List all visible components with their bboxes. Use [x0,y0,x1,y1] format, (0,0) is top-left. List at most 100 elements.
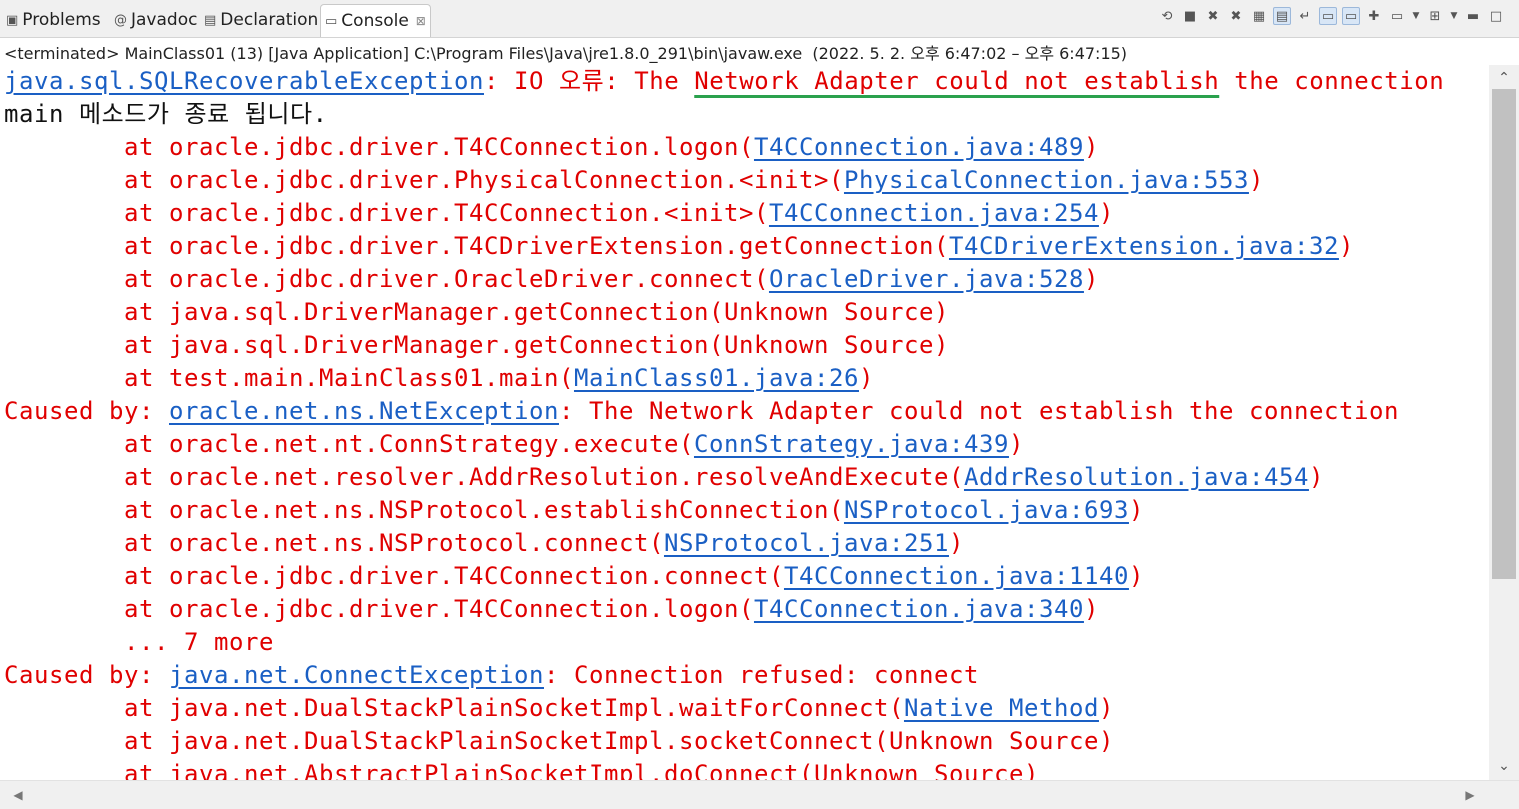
word-wrap-icon[interactable]: ↵ [1296,7,1314,25]
stacktrace-link[interactable]: AddrResolution.java:454 [964,463,1309,491]
stacktrace-link[interactable]: T4CConnection.java:489 [754,133,1084,161]
scroll-down-icon[interactable]: ⌄ [1489,755,1519,777]
stacktrace-link[interactable]: NSProtocol.java:693 [844,496,1129,524]
console-text: at oracle.jdbc.driver.T4CConnection.conn… [124,562,784,590]
console-line: Caused by: oracle.net.ns.NetException: T… [4,395,1399,428]
remove-terminated-icon[interactable]: ✖ [1227,7,1245,25]
open-console-icon[interactable]: ⊞ [1426,7,1444,25]
console-text: at java.net.DualStackPlainSocketImpl.wai… [124,694,904,722]
stacktrace-link[interactable]: java.net.ConnectException [169,661,544,689]
stacktrace-link[interactable]: NSProtocol.java:251 [664,529,949,557]
console-text: at oracle.net.ns.NSProtocol.establishCon… [124,496,844,524]
display-console-icon[interactable]: ▭ [1388,7,1406,25]
stacktrace-link[interactable]: T4CConnection.java:340 [754,595,1084,623]
console-text: ) [1083,133,1099,161]
scroll-right-icon[interactable]: ▶ [1460,785,1480,805]
console-line: at oracle.net.nt.ConnStrategy.execute(Co… [4,428,1024,461]
console-text: at oracle.net.resolver.AddrResolution.re… [124,463,964,491]
stacktrace-link[interactable]: ConnStrategy.java:439 [694,430,1009,458]
stacktrace-link[interactable]: T4CConnection.java:254 [769,199,1099,227]
console-line: at oracle.jdbc.driver.T4CDriverExtension… [4,230,1354,263]
remove-all-terminated-icon[interactable]: ✖ [1204,7,1222,25]
console-line: java.sql.SQLRecoverableException: IO 오류:… [4,65,1444,98]
console-line: at oracle.net.ns.NSProtocol.establishCon… [4,494,1144,527]
console-output[interactable]: java.sql.SQLRecoverableException: IO 오류:… [0,65,1489,780]
console-text: Caused by: [4,397,169,425]
maximize-icon[interactable]: □ [1487,7,1505,25]
stacktrace-link[interactable]: T4CConnection.java:1140 [784,562,1129,590]
tab-label: Console [341,11,409,31]
stacktrace-link[interactable]: PhysicalConnection.java:553 [844,166,1249,194]
scroll-up-icon[interactable]: ⌃ [1489,67,1519,89]
show-stderr-icon[interactable]: ▭ [1342,7,1360,25]
clear-console-icon[interactable]: ▦ [1250,7,1268,25]
tab-declaration[interactable]: ▤ Declaration [200,5,322,35]
console-text: : IO 오류: The [483,67,695,95]
javadoc-icon: @ [114,12,127,28]
console-text: ) [1308,463,1324,491]
console-text: ) [1248,166,1264,194]
scroll-left-icon[interactable]: ◀ [8,785,28,805]
console-text: at oracle.net.ns.NSProtocol.connect( [124,529,664,557]
console-text: ) [1128,496,1144,524]
console-text: ) [1128,562,1144,590]
console-line: ... 7 more [4,626,274,659]
console-line: at java.net.DualStackPlainSocketImpl.wai… [4,692,1114,725]
console-text: at oracle.jdbc.driver.T4CConnection.logo… [124,595,754,623]
remove-launch-icon[interactable]: ⟲ [1158,7,1176,25]
open-console-dropdown-icon[interactable]: ▼ [1449,7,1459,25]
console-text: at java.sql.DriverManager.getConnection(… [124,298,949,326]
tab-label: Declaration [220,10,319,30]
console-text: ... 7 more [124,628,274,656]
console-line: at oracle.net.resolver.AddrResolution.re… [4,461,1324,494]
vertical-scroll-thumb[interactable] [1492,89,1516,579]
console-text: at oracle.jdbc.driver.T4CConnection.logo… [124,133,754,161]
stacktrace-link[interactable]: java.sql.SQLRecoverableException [4,67,484,95]
terminate-icon[interactable]: ■ [1181,7,1199,25]
console-line: at java.net.AbstractPlainSocketImpl.doCo… [4,758,1039,780]
pin-console-icon[interactable]: ✚ [1365,7,1383,25]
tab-problems[interactable]: ▣ Problems [2,5,105,35]
console-text: at oracle.jdbc.driver.OracleDriver.conne… [124,265,769,293]
console-line: at java.sql.DriverManager.getConnection(… [4,329,949,362]
vertical-scrollbar[interactable]: ⌃ ⌄ [1489,65,1519,780]
tab-javadoc[interactable]: @ Javadoc [110,5,201,35]
horizontal-scrollbar[interactable]: ◀ ▶ [0,780,1519,809]
minimize-icon[interactable]: ▬ [1464,7,1482,25]
console-text: at oracle.jdbc.driver.T4CDriverExtension… [124,232,949,260]
console-line: at oracle.jdbc.driver.T4CConnection.logo… [4,593,1099,626]
declaration-icon: ▤ [204,12,217,28]
console-line: Caused by: java.net.ConnectException: Co… [4,659,979,692]
console-line: at java.net.DualStackPlainSocketImpl.soc… [4,725,1114,758]
stacktrace-link[interactable]: T4CDriverExtension.java:32 [949,232,1339,260]
console-line: at test.main.MainClass01.main(MainClass0… [4,362,874,395]
show-stdout-icon[interactable]: ▭ [1319,7,1337,25]
console-text: ) [1083,265,1099,293]
stacktrace-link[interactable]: oracle.net.ns.NetException [169,397,559,425]
console-line: at oracle.jdbc.driver.T4CConnection.<ini… [4,197,1114,230]
console-text: at java.net.DualStackPlainSocketImpl.soc… [124,727,1114,755]
console-text: ) [1338,232,1354,260]
display-console-dropdown-icon[interactable]: ▼ [1411,7,1421,25]
stacktrace-link[interactable]: OracleDriver.java:528 [769,265,1084,293]
console-line: main 메소드가 종료 됩니다. [4,98,328,131]
stacktrace-link[interactable]: MainClass01.java:26 [574,364,859,392]
tab-console[interactable]: ▭ Console ⊠ [320,4,431,37]
console-text: : The Network Adapter could not establis… [558,397,1399,425]
scroll-lock-icon[interactable]: ▤ [1273,7,1291,25]
launch-status-line: <terminated> MainClass01 (13) [Java Appl… [4,44,1128,63]
highlighted-text: Network Adapter could not establish [694,67,1220,95]
console-text: at oracle.jdbc.driver.PhysicalConnection… [124,166,844,194]
close-tab-icon[interactable]: ⊠ [416,14,426,28]
console-text: ) [1098,694,1114,722]
console-text: ) [858,364,874,392]
console-text: main 메소드가 종료 됩니다. [4,100,328,128]
console-text: : Connection refused: connect [543,661,979,689]
console-line: at oracle.net.ns.NSProtocol.connect(NSPr… [4,527,964,560]
console-text: at java.sql.DriverManager.getConnection(… [124,331,949,359]
console-text: at java.net.AbstractPlainSocketImpl.doCo… [124,760,1039,780]
stacktrace-link[interactable]: Native Method [904,694,1099,722]
console-line: at oracle.jdbc.driver.T4CConnection.conn… [4,560,1144,593]
console-text: ) [948,529,964,557]
tab-label: Problems [22,10,101,30]
